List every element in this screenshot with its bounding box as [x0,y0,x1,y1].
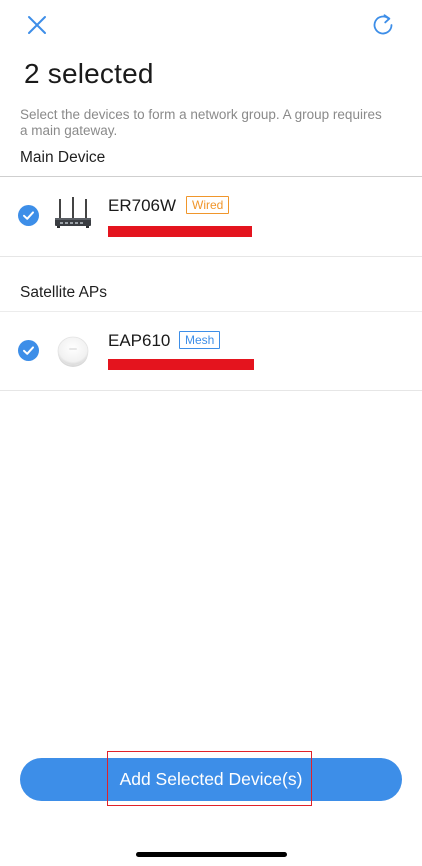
add-selected-devices-button[interactable]: Add Selected Device(s) [20,758,402,801]
add-selected-devices-label: Add Selected Device(s) [119,769,303,789]
divider [0,256,422,257]
device-name: EAP610 [108,331,171,350]
home-indicator[interactable] [136,852,287,857]
connection-badge-wired: Wired [186,196,230,214]
page-title: 2 selected [24,58,154,89]
checkmark-icon[interactable] [18,205,39,226]
page-description: Select the devices to form a network gro… [20,107,382,138]
device-row-er706w[interactable]: ER706W Wired [0,177,422,255]
router-icon [50,193,96,237]
access-point-icon [50,328,96,372]
top-bar [0,0,422,50]
connection-badge-mesh: Mesh [179,331,221,349]
divider [0,390,422,391]
section-label-satellite-aps: Satellite APs [20,284,108,301]
checkmark-icon[interactable] [18,340,39,361]
close-icon[interactable] [23,11,51,39]
device-name: ER706W [108,196,177,215]
redacted-device-info [108,226,252,237]
section-label-main-device: Main Device [20,149,106,166]
refresh-icon[interactable] [369,11,397,39]
app-screen: 2 selected Select the devices to form a … [0,0,422,866]
redacted-device-info [108,359,254,370]
device-row-eap610[interactable]: EAP610 Mesh [0,312,422,390]
